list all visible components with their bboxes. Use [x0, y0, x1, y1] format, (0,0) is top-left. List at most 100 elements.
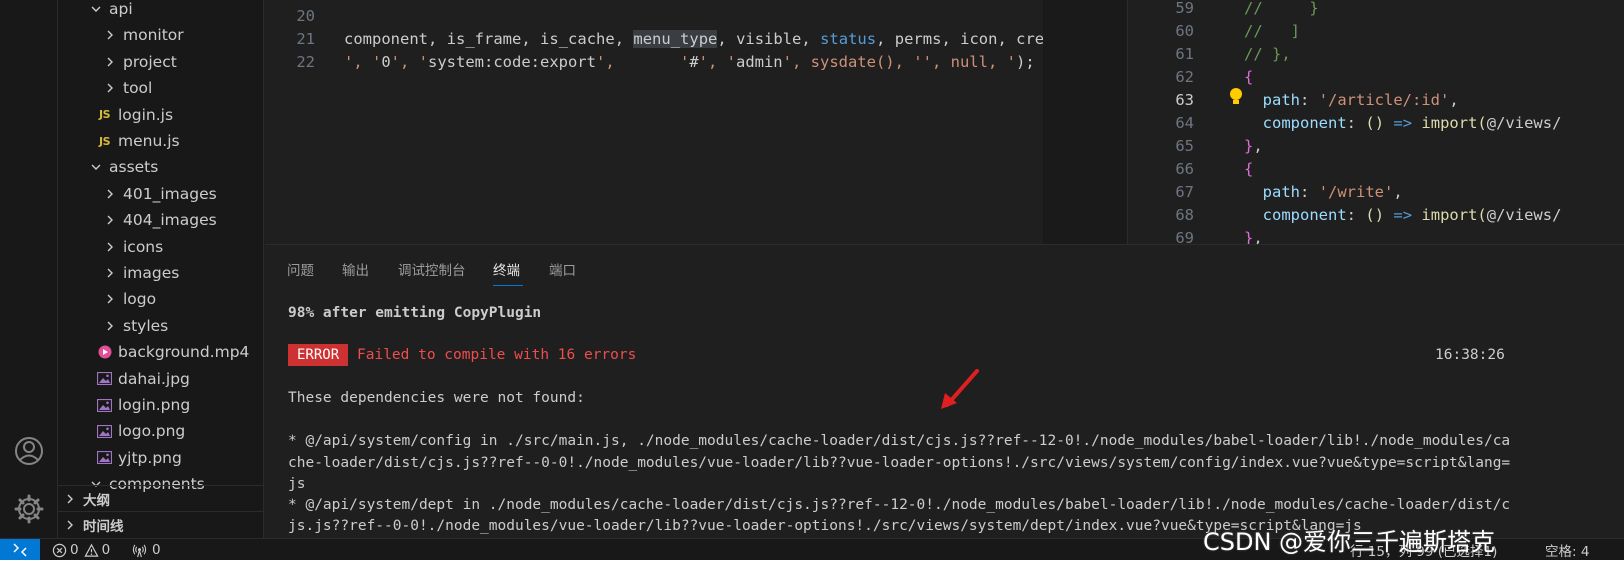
tree-item[interactable]: assets [58, 154, 263, 180]
tree-item[interactable]: JS menu.js [58, 128, 263, 154]
chevron-right-icon [107, 242, 113, 252]
chevron-right-icon [107, 215, 113, 225]
timeline-section[interactable]: 时间线 [58, 511, 263, 537]
code-line: 61 // }, [1128, 42, 1291, 65]
code-line: 66 { [1128, 157, 1253, 180]
red-arrow-icon [941, 369, 979, 409]
tree-item-label: background.mp4 [118, 343, 250, 362]
code-text: component: () => import(@/views/ [1262, 205, 1562, 224]
line-number: 64 [1175, 113, 1194, 132]
tab-output[interactable]: 输出 [342, 259, 369, 279]
tree-item[interactable]: background.mp4 [58, 339, 263, 365]
error-count: 0 [70, 542, 79, 558]
tree-item[interactable]: login.png [58, 392, 263, 418]
line-number: 20 [296, 6, 315, 25]
tree-item-label: yjtp.png [118, 448, 182, 467]
tree-item[interactable]: 404_images [58, 207, 263, 233]
tree-item[interactable]: project [58, 49, 263, 75]
account-icon[interactable] [12, 434, 46, 468]
editor-right[interactable]: 59 // } 60 // ] 61 // }, 62 {63 path: '/article… [1127, 0, 1624, 244]
tab-ports[interactable]: 端口 [549, 259, 576, 279]
watermark: CSDN @爱你三千遍斯塔克 [1203, 528, 1496, 556]
editor-left[interactable]: 20 21 component, is_frame, is_cache, men… [265, 0, 1043, 244]
tree-item[interactable]: JS login.js [58, 102, 263, 128]
image-file-icon [96, 423, 113, 439]
code-text: path: '/write', [1262, 182, 1403, 201]
indent-setting[interactable]: 空格: 4 [1545, 541, 1589, 560]
tree-item-label: monitor [123, 26, 184, 45]
tree-item[interactable]: images [58, 260, 263, 286]
tree-item[interactable]: styles [58, 313, 263, 339]
tree-item-label: login.png [118, 396, 191, 414]
chevron-right-icon [107, 321, 113, 331]
outline-label: 大纲 [83, 492, 110, 509]
active-tab-indicator [493, 285, 523, 286]
code-text: // }, [1244, 44, 1291, 63]
line-number: 63 [1175, 90, 1194, 109]
ports-status[interactable]: 0 [132, 541, 161, 559]
error-badge: ERROR [288, 344, 349, 366]
tree-item-label: assets [109, 158, 159, 177]
tab-debug-console[interactable]: 调试控制台 [398, 259, 466, 279]
tab-problems[interactable]: 问题 [287, 259, 314, 279]
code-line: 68 component: () => import(@/views/ [1128, 203, 1561, 226]
remote-button[interactable] [0, 539, 40, 561]
screen-bottom-strip [0, 560, 1624, 586]
code-line: 60 // ] [1128, 19, 1300, 42]
tree-item[interactable]: logo [58, 286, 263, 312]
javascript-icon: JS [98, 134, 111, 148]
tree-item[interactable]: icons [58, 234, 263, 260]
tree-item[interactable]: yjtp.png [58, 445, 263, 471]
tree-item[interactable]: tool [58, 75, 263, 101]
code-text: }, [1244, 228, 1263, 245]
terminal-progress: 98% after emitting CopyPlugin [288, 305, 542, 321]
chevron-down-icon [91, 164, 101, 171]
line-number: 62 [1175, 67, 1194, 86]
code-text: component, is_frame, is_cache, menu_type… [344, 29, 1043, 48]
line-number: 60 [1175, 21, 1194, 40]
tree-item-label: dahai.jpg [118, 369, 190, 388]
line-number: 66 [1175, 159, 1194, 178]
terminal-line: * @/api/system/config in ./src/main.js, … [288, 433, 1511, 449]
tree-item[interactable]: 401_images [58, 181, 263, 207]
line-number: 21 [296, 29, 315, 48]
tree-item[interactable]: api [58, 0, 263, 22]
chevron-right-icon [67, 494, 73, 503]
code-line: 67 path: '/write', [1128, 180, 1403, 203]
terminal-line: * @/api/system/dept in ./node_modules/ca… [288, 497, 1511, 513]
chevron-right-icon [107, 294, 113, 304]
outline-section[interactable]: 大纲 [58, 485, 263, 511]
explorer-sidebar: api monitor project tool JS login.js JS menu.js… [58, 0, 264, 560]
terminal-line: js [288, 476, 306, 492]
tree-item[interactable]: monitor [58, 22, 263, 48]
gear-icon[interactable] [12, 492, 46, 526]
code-text: { [1244, 67, 1254, 86]
tree-item[interactable]: logo.png [58, 418, 263, 444]
error-circle-icon [52, 543, 67, 557]
code-text: component: () => import(@/views/ [1262, 113, 1562, 132]
code-line: 20 [265, 4, 315, 27]
deps-heading: These dependencies were not found: [288, 390, 585, 406]
tree-item-label: api [109, 0, 133, 18]
tree-item[interactable]: dahai.jpg [58, 366, 263, 392]
code-text: ', '0', 'system:code:export', '#', 'admi… [344, 52, 1035, 71]
chevron-right-icon [107, 268, 113, 278]
code-line: 59 // } [1128, 0, 1319, 19]
image-file-icon [96, 450, 113, 466]
tree-item-label: styles [123, 316, 169, 335]
javascript-icon: JS [98, 108, 111, 122]
problems-status[interactable]: 0 0 [52, 541, 110, 559]
code-text: // } [1244, 0, 1319, 17]
tab-terminal[interactable]: 终端 [493, 259, 520, 279]
tree-item-label: images [123, 264, 180, 282]
lightbulb-icon[interactable] [1228, 87, 1244, 111]
image-file-icon [96, 371, 113, 387]
tree-item-label: project [123, 52, 177, 71]
terminal-line: js.js??ref--0-0!./node_modules/vue-loade… [288, 518, 1362, 534]
bottom-panel: 问题 输出 调试控制台 终端 端口 98% after emitting Cop… [265, 244, 1624, 538]
code-text: { [1244, 159, 1254, 178]
code-line: 65}, [1128, 134, 1262, 157]
code-line: 22 ', '0', 'system:code:export', '#', 'a… [265, 50, 1035, 73]
tree-item-label: login.js [118, 105, 174, 124]
tree-item-label: icons [123, 237, 164, 256]
